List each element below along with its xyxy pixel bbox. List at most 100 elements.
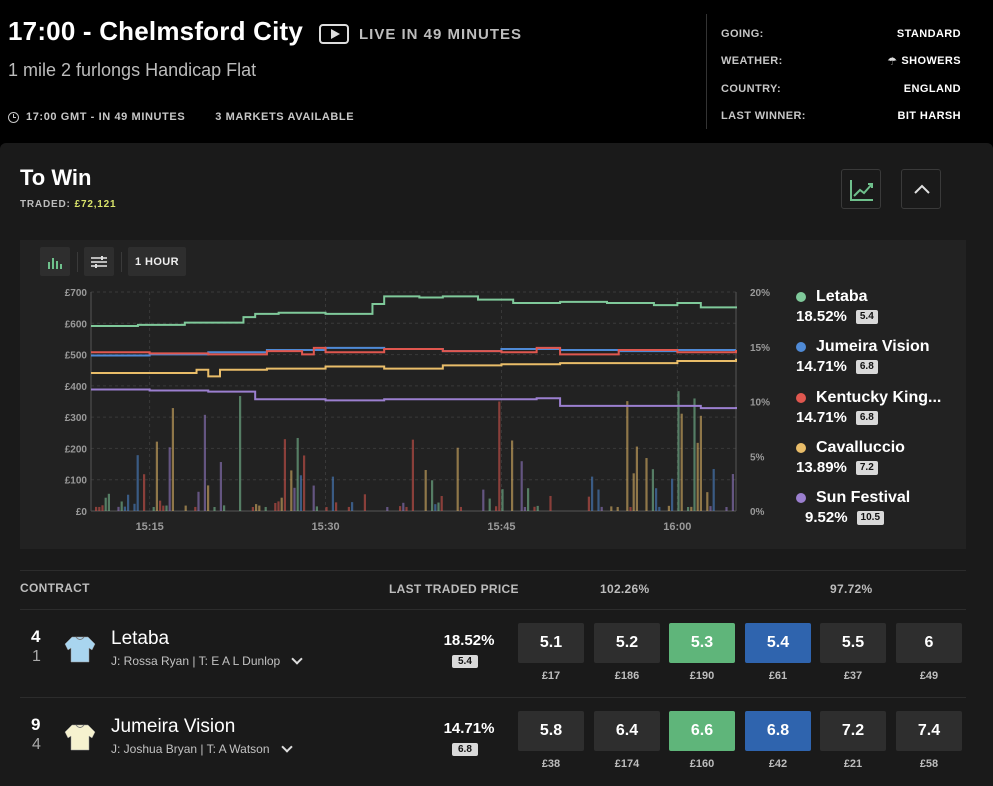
volume-bar (632, 473, 635, 511)
legend-item[interactable]: Cavalluccio 13.89% 7.2 (796, 439, 966, 476)
volume-bar (312, 485, 315, 511)
volume-bar (283, 439, 286, 511)
race-title: 17:00 - Chelmsford City (8, 16, 304, 46)
collapse-button[interactable] (901, 169, 941, 209)
runner-odds-badge: 6.8 (452, 743, 478, 756)
series-line (91, 388, 737, 410)
legend-item[interactable]: Letaba 18.52% 5.4 (796, 288, 966, 325)
volume-bar (184, 505, 187, 511)
volume-bar (424, 469, 427, 511)
price-volume: £37 (843, 670, 863, 682)
legend-item[interactable]: Sun Festival 9.52% 10.5 (796, 489, 966, 526)
clock-icon (8, 111, 19, 123)
volume-bar (347, 506, 350, 511)
chart-toggle-button[interactable] (841, 169, 881, 209)
price-button[interactable]: 5.1 (518, 623, 584, 663)
table-divider (20, 697, 966, 698)
legend-odds-badge: 6.8 (855, 359, 878, 374)
price-volume: £160 (689, 758, 715, 770)
live-indicator[interactable]: LIVE IN 49 MINUTES (319, 24, 522, 44)
weather-value: SHOWERS (901, 55, 961, 68)
race-info-table: GOING: STANDARD WEATHER: ☂ SHOWERS COUNT… (721, 20, 961, 130)
legend-item[interactable]: Jumeira Vision 14.71% 6.8 (796, 338, 966, 375)
legend-name-row: Kentucky King... (796, 389, 966, 407)
volume-bar (280, 497, 283, 511)
volume-bar (143, 474, 146, 511)
price-button[interactable]: 5.4 (745, 623, 811, 663)
volume-bar (120, 501, 123, 511)
legend-value-row: 13.89% 7.2 (796, 459, 966, 476)
volume-bar (98, 506, 101, 511)
legend-odds-badge: 5.4 (855, 309, 878, 324)
info-row-country: COUNTRY: ENGLAND (721, 75, 961, 103)
volume-bar (536, 505, 539, 511)
legend-item[interactable]: Kentucky King... 14.71% 6.8 (796, 389, 966, 426)
volume-bar (677, 391, 680, 511)
price-button[interactable]: 5.8 (518, 711, 584, 751)
legend-dot (796, 393, 806, 403)
race-time-label: 17:00 GMT - IN 49 MINUTES (26, 111, 186, 123)
price-volume: £21 (843, 758, 863, 770)
market-panel: To Win TRADED: £72,121 1 HOUR £0 £100 £2… (0, 143, 993, 786)
info-value: STANDARD (896, 27, 961, 40)
volume-bar (104, 497, 107, 511)
volume-bar (405, 506, 408, 511)
volume-bar (290, 470, 293, 511)
price-button[interactable]: 6 (896, 623, 962, 663)
runner-name: Letaba (111, 628, 170, 649)
price-button[interactable]: 7.2 (820, 711, 886, 751)
volume-bar (123, 506, 126, 511)
volume-bar (693, 398, 696, 511)
volume-bar (616, 506, 619, 511)
info-row-going: GOING: STANDARD (721, 20, 961, 48)
price-button[interactable]: 6.6 (669, 711, 735, 751)
price-volume: £186 (614, 670, 640, 682)
runner-number: 9 (31, 715, 41, 734)
x-tick: 15:30 (311, 521, 339, 533)
volume-bar (523, 506, 526, 511)
y-tick-left: £100 (65, 476, 88, 487)
legend-name-row: Letaba (796, 288, 966, 306)
price-volume: £49 (919, 670, 939, 682)
legend-odds-badge: 10.5 (856, 510, 885, 525)
volume-bar (303, 455, 306, 511)
volume-bar (651, 469, 654, 511)
cloud-rain-icon: ☂ (887, 55, 898, 68)
volume-bar (136, 455, 139, 511)
volume-bar (511, 440, 514, 511)
table-header: CONTRACT LAST TRADED PRICE 102.26% 97.72… (20, 581, 966, 601)
legend-name-row: Jumeira Vision (796, 338, 966, 356)
volume-bar (501, 489, 504, 511)
legend-name: Sun Festival (816, 489, 911, 506)
volume-bar (155, 441, 158, 511)
price-button[interactable]: 5.5 (820, 623, 886, 663)
price-button[interactable]: 5.2 (594, 623, 660, 663)
trend-chart-icon (850, 180, 873, 201)
x-tick: 16:00 (663, 521, 691, 533)
volume-bar (610, 506, 613, 511)
volume-bar (223, 505, 226, 511)
play-icon[interactable] (319, 24, 349, 44)
price-button[interactable]: 6.4 (594, 711, 660, 751)
price-volume: £190 (689, 670, 715, 682)
volume-bar (488, 498, 491, 511)
race-meta: 17:00 GMT - IN 49 MINUTES 3 MARKETS AVAI… (8, 111, 354, 123)
legend-value-row: 9.52% 10.5 (805, 509, 966, 526)
volume-bar (731, 474, 734, 511)
price-button[interactable]: 5.3 (669, 623, 735, 663)
y-tick-left: £700 (65, 288, 88, 299)
volume-bar (629, 506, 632, 511)
volume-bar (299, 475, 302, 511)
volume-bar (194, 506, 197, 511)
volume-bar (251, 506, 254, 511)
runner-details-toggle[interactable]: J: Joshua Bryan | T: A Watson (111, 741, 293, 756)
price-button[interactable]: 6.8 (745, 711, 811, 751)
price-volume: £38 (541, 758, 561, 770)
volume-bar (431, 480, 434, 511)
chevron-down-icon[interactable] (280, 741, 293, 753)
runner-details-toggle[interactable]: J: Rossa Ryan | T: E A L Dunlop (111, 653, 303, 668)
price-button[interactable]: 7.4 (896, 711, 962, 751)
chevron-up-icon (914, 184, 930, 194)
chevron-down-icon[interactable] (291, 653, 303, 665)
x-tick: 15:45 (487, 521, 515, 533)
